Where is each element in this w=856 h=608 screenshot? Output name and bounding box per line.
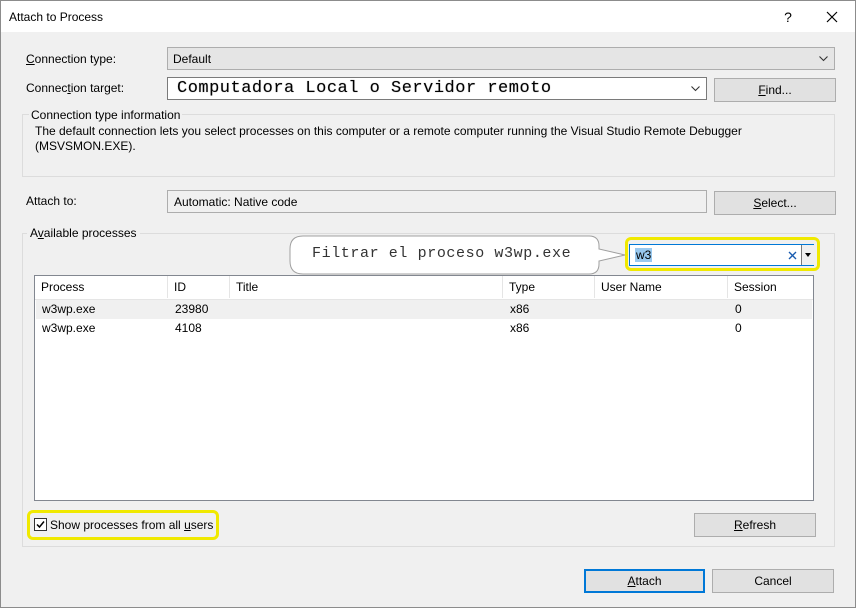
column-header-title[interactable]: Title: [230, 276, 503, 298]
attach-to-value: Automatic: Native code: [174, 195, 298, 209]
cell-process: w3wp.exe: [42, 302, 96, 316]
cell-title: [231, 319, 237, 338]
cell-process: w3wp.exe: [42, 321, 96, 335]
clear-filter-icon[interactable]: [788, 251, 797, 260]
connection-type-value: Default: [173, 52, 212, 66]
show-all-users-checkbox[interactable]: Show processes from all users: [34, 517, 214, 533]
attach-to-field: Automatic: Native code: [167, 190, 707, 213]
help-button[interactable]: ?: [768, 1, 808, 32]
column-header-session[interactable]: Session: [728, 276, 813, 298]
column-header-id[interactable]: ID: [168, 276, 230, 298]
refresh-button[interactable]: Refresh: [694, 513, 816, 537]
table-row[interactable]: w3wp.exe 4108 x86 0: [36, 319, 812, 338]
close-button[interactable]: [812, 1, 852, 32]
select-button[interactable]: Select...: [714, 191, 836, 215]
cell-session: 0: [735, 321, 742, 335]
attach-to-label: Attach to:: [26, 194, 77, 208]
checkbox-box[interactable]: [34, 518, 47, 531]
connection-target-label: Connection target:: [26, 81, 125, 95]
attach-button[interactable]: Attach: [584, 569, 705, 593]
chevron-down-icon: [691, 86, 700, 92]
chevron-down-icon: [819, 56, 828, 62]
connection-target-input[interactable]: Computadora Local o Servidor remoto: [167, 77, 707, 100]
title-bar: Attach to Process ?: [1, 1, 855, 32]
connection-type-label: Connection type:: [26, 52, 117, 66]
cell-title: [231, 300, 237, 319]
cell-user-name: [596, 319, 602, 338]
available-processes-label: Available processes: [27, 226, 140, 240]
dropdown-arrow-icon: [805, 253, 811, 257]
callout-text: Filtrar el proceso w3wp.exe: [312, 245, 572, 262]
cell-session: 0: [735, 302, 742, 316]
find-button[interactable]: Find...: [714, 78, 836, 102]
connection-type-dropdown[interactable]: Default: [167, 47, 835, 70]
connection-info-title: Connection type information: [29, 108, 183, 122]
table-row[interactable]: w3wp.exe 23980 x86 0: [36, 300, 812, 319]
cell-user-name: [596, 300, 602, 319]
process-filter-input[interactable]: w3: [629, 244, 814, 266]
checkmark-icon: [36, 521, 45, 529]
column-header-user-name[interactable]: User Name: [595, 276, 728, 298]
filter-dropdown-button[interactable]: [801, 245, 814, 265]
show-all-users-label: Show processes from all users: [50, 518, 214, 532]
attach-to-process-dialog: Attach to Process ? Connection type: Def…: [0, 0, 856, 608]
cancel-button[interactable]: Cancel: [712, 569, 834, 593]
cell-id: 23980: [175, 302, 209, 316]
process-list-header: Process ID Title Type User Name Session: [35, 276, 813, 300]
cell-type: x86: [510, 321, 530, 335]
column-header-type[interactable]: Type: [503, 276, 595, 298]
cell-type: x86: [510, 302, 530, 316]
connection-info-text: The default connection lets you select p…: [35, 124, 742, 153]
window-title: Attach to Process: [9, 10, 104, 24]
close-icon: [826, 11, 838, 22]
connection-target-value: Computadora Local o Servidor remoto: [177, 79, 552, 98]
column-header-process[interactable]: Process: [35, 276, 168, 298]
cell-id: 4108: [175, 321, 202, 335]
process-list[interactable]: Process ID Title Type User Name Session …: [34, 275, 814, 501]
filter-value: w3: [635, 248, 653, 262]
